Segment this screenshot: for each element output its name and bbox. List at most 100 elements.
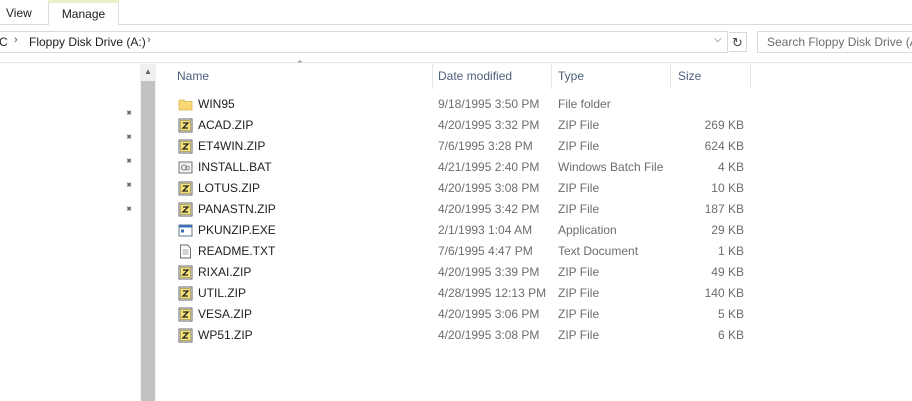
file-name: PKUNZIP.EXE bbox=[198, 223, 276, 237]
file-row[interactable]: UTIL.ZIP 4/28/1995 12:13 PM ZIP File 140 KB bbox=[176, 283, 776, 304]
file-row[interactable]: ET4WIN.ZIP 7/6/1995 3:28 PM ZIP File 624 KB bbox=[176, 136, 776, 157]
file-name: ET4WIN.ZIP bbox=[198, 139, 266, 153]
column-divider[interactable] bbox=[670, 64, 671, 89]
navigation-pane: ✦ ✦ ✦ ✦ ✦ bbox=[0, 64, 140, 401]
file-type: ZIP File bbox=[558, 118, 600, 132]
zip-icon bbox=[178, 139, 193, 154]
file-name: LOTUS.ZIP bbox=[198, 181, 261, 195]
file-date-modified: 4/21/1995 2:40 PM bbox=[438, 160, 540, 174]
address-row: C › Floppy Disk Drive (A:) › ⌵ ↻ Search … bbox=[0, 25, 912, 63]
file-name: README.TXT bbox=[198, 244, 276, 258]
file-type: ZIP File bbox=[558, 286, 600, 300]
refresh-icon: ↻ bbox=[732, 35, 743, 50]
text-document-icon bbox=[178, 244, 193, 259]
pin-icon[interactable]: ✦ bbox=[121, 179, 135, 193]
zip-icon bbox=[178, 202, 193, 217]
file-name: RIXAI.ZIP bbox=[198, 265, 252, 279]
address-bar[interactable]: C › Floppy Disk Drive (A:) › ⌵ bbox=[0, 31, 728, 53]
file-list: ⌃ Name Date modified Type Size WIN95 9/18… bbox=[156, 59, 912, 401]
zip-icon bbox=[178, 328, 193, 343]
file-size: 624 KB bbox=[704, 139, 744, 153]
file-date-modified: 4/20/1995 3:08 PM bbox=[438, 328, 540, 342]
file-row[interactable]: RIXAI.ZIP 4/20/1995 3:39 PM ZIP File 49 KB bbox=[176, 262, 776, 283]
file-date-modified: 4/20/1995 3:08 PM bbox=[438, 181, 540, 195]
file-type: ZIP File bbox=[558, 202, 600, 216]
tab-view[interactable]: View bbox=[6, 0, 32, 25]
file-name: ACAD.ZIP bbox=[198, 118, 254, 132]
file-name: INSTALL.BAT bbox=[198, 160, 272, 174]
file-name: UTIL.ZIP bbox=[198, 286, 247, 300]
file-type: Windows Batch File bbox=[558, 160, 664, 174]
chevron-down-icon[interactable]: ⌵ bbox=[714, 34, 722, 45]
file-size: 10 KB bbox=[711, 181, 744, 195]
chevron-right-icon[interactable]: › bbox=[14, 34, 18, 46]
file-date-modified: 9/18/1995 3:50 PM bbox=[438, 97, 540, 111]
file-size: 4 KB bbox=[717, 160, 744, 174]
file-size: 1 KB bbox=[717, 244, 744, 258]
file-size: 5 KB bbox=[717, 307, 744, 321]
file-date-modified: 4/28/1995 12:13 PM bbox=[438, 286, 547, 300]
zip-icon bbox=[178, 118, 193, 133]
ribbon: View Manage bbox=[0, 0, 912, 26]
file-size: 187 KB bbox=[704, 202, 744, 216]
file-name: WP51.ZIP bbox=[198, 328, 253, 342]
scrollbar-thumb[interactable] bbox=[141, 81, 155, 401]
file-type: Application bbox=[558, 223, 617, 237]
search-input[interactable]: Search Floppy Disk Drive (A:) bbox=[757, 31, 912, 53]
column-header-size[interactable]: Size bbox=[672, 64, 750, 89]
application-icon bbox=[178, 223, 193, 238]
column-divider[interactable] bbox=[750, 64, 751, 89]
file-row[interactable]: ACAD.ZIP 4/20/1995 3:32 PM ZIP File 269 KB bbox=[176, 115, 776, 136]
file-type: ZIP File bbox=[558, 181, 600, 195]
file-size: 6 KB bbox=[717, 328, 744, 342]
zip-icon bbox=[178, 286, 193, 301]
file-row[interactable]: PANASTN.ZIP 4/20/1995 3:42 PM ZIP File 187 … bbox=[176, 199, 776, 220]
breadcrumb-current[interactable]: Floppy Disk Drive (A:) bbox=[29, 35, 146, 49]
file-size: 29 KB bbox=[711, 223, 744, 237]
file-row[interactable]: README.TXT 7/6/1995 4:47 PM Text Document 1… bbox=[176, 241, 776, 262]
breadcrumb-root[interactable]: C bbox=[0, 35, 8, 49]
file-date-modified: 2/1/1993 1:04 AM bbox=[438, 223, 533, 237]
zip-icon bbox=[178, 181, 193, 196]
column-header-type[interactable]: Type bbox=[552, 64, 670, 89]
file-date-modified: 7/6/1995 4:47 PM bbox=[438, 244, 533, 258]
file-date-modified: 4/20/1995 3:06 PM bbox=[438, 307, 540, 321]
file-row[interactable]: WP51.ZIP 4/20/1995 3:08 PM ZIP File 6 KB bbox=[176, 325, 776, 346]
file-name: WIN95 bbox=[198, 97, 235, 111]
file-date-modified: 4/20/1995 3:32 PM bbox=[438, 118, 540, 132]
file-row[interactable]: INSTALL.BAT 4/21/1995 2:40 PM Windows Batc… bbox=[176, 157, 776, 178]
file-size: 269 KB bbox=[704, 118, 744, 132]
nav-scrollbar[interactable]: ▲ bbox=[140, 64, 156, 401]
file-size: 140 KB bbox=[704, 286, 744, 300]
pin-icon[interactable]: ✦ bbox=[121, 155, 135, 169]
zip-icon bbox=[178, 265, 193, 280]
file-size: 49 KB bbox=[711, 265, 744, 279]
chevron-right-icon[interactable]: › bbox=[147, 34, 151, 46]
pin-icon[interactable]: ✦ bbox=[121, 203, 135, 217]
column-header-date[interactable]: Date modified bbox=[432, 64, 551, 89]
scroll-up-arrow-icon[interactable]: ▲ bbox=[140, 64, 156, 80]
file-type: ZIP File bbox=[558, 139, 600, 153]
column-header-name[interactable]: Name bbox=[171, 64, 431, 89]
file-date-modified: 7/6/1995 3:28 PM bbox=[438, 139, 533, 153]
file-type: Text Document bbox=[558, 244, 639, 258]
pin-icon[interactable]: ✦ bbox=[121, 107, 135, 121]
file-type: ZIP File bbox=[558, 328, 600, 342]
tab-manage[interactable]: Manage bbox=[48, 0, 119, 26]
file-date-modified: 4/20/1995 3:42 PM bbox=[438, 202, 540, 216]
file-row[interactable]: VESA.ZIP 4/20/1995 3:06 PM ZIP File 5 KB bbox=[176, 304, 776, 325]
file-row[interactable]: PKUNZIP.EXE 2/1/1993 1:04 AM Application 29… bbox=[176, 220, 776, 241]
file-name: VESA.ZIP bbox=[198, 307, 253, 321]
file-row[interactable]: LOTUS.ZIP 4/20/1995 3:08 PM ZIP File 10 KB bbox=[176, 178, 776, 199]
zip-icon bbox=[178, 307, 193, 322]
pin-icon[interactable]: ✦ bbox=[121, 131, 135, 145]
search-placeholder: Search Floppy Disk Drive (A:) bbox=[767, 35, 912, 49]
folder-icon bbox=[178, 97, 193, 112]
batch-file-icon bbox=[178, 160, 193, 175]
file-type: File folder bbox=[558, 97, 611, 111]
file-row[interactable]: WIN95 9/18/1995 3:50 PM File folder bbox=[176, 94, 776, 115]
file-type: ZIP File bbox=[558, 307, 600, 321]
file-date-modified: 4/20/1995 3:39 PM bbox=[438, 265, 540, 279]
file-name: PANASTN.ZIP bbox=[198, 202, 276, 216]
refresh-button[interactable]: ↻ bbox=[729, 32, 747, 52]
